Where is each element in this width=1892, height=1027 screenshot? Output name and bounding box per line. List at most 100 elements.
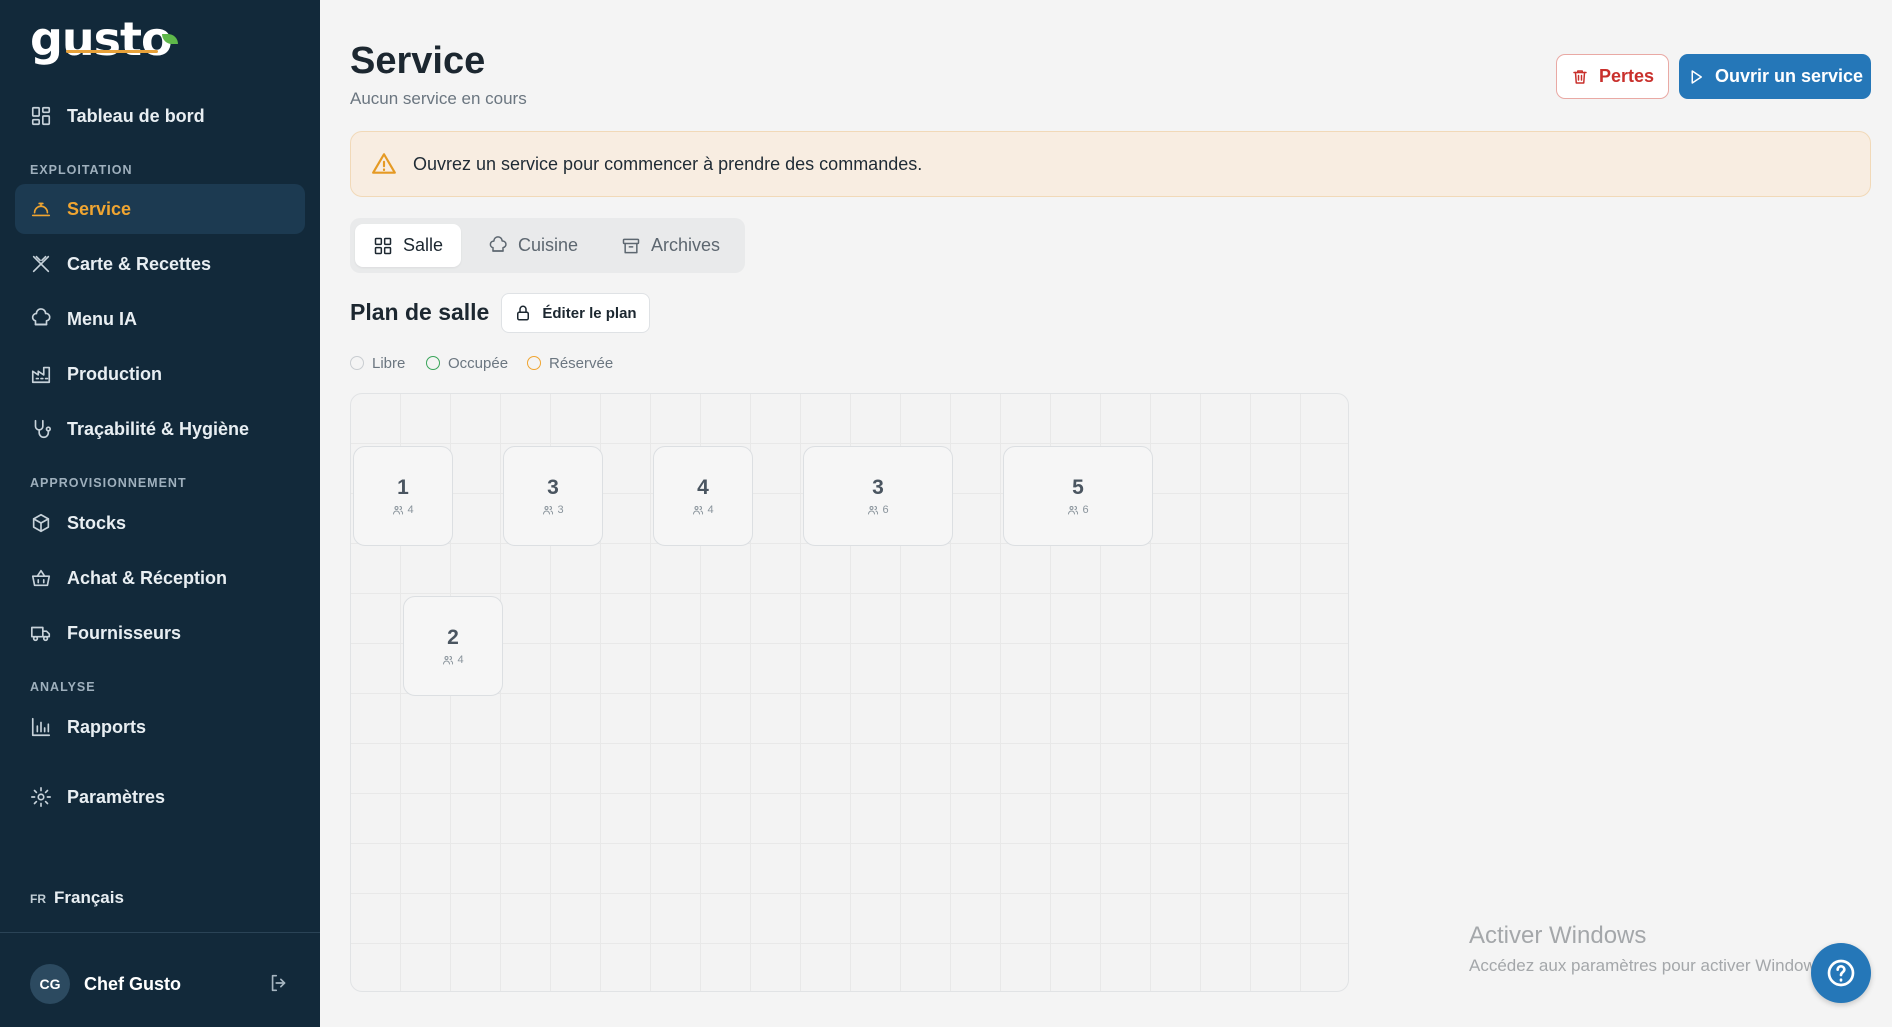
sidebar-item-parametres[interactable]: Paramètres xyxy=(15,772,305,822)
chef-hat-icon xyxy=(489,235,507,252)
table-card[interactable]: 1 4 xyxy=(353,446,453,546)
table-seats: 6 xyxy=(882,504,889,516)
legend-dot-reservee xyxy=(527,356,541,370)
sidebar-item-label: Menu IA xyxy=(67,308,137,329)
sidebar: gusto Tableau de bord EXPLOITATION Servi… xyxy=(0,0,320,1027)
open-service-button[interactable]: Ouvrir un service xyxy=(1679,54,1871,99)
windows-activation-watermark: Activer Windows Accédez aux paramètres p… xyxy=(1469,922,1829,976)
sidebar-item-stocks[interactable]: Stocks xyxy=(15,498,305,548)
table-seats: 4 xyxy=(407,504,414,516)
avatar: CG xyxy=(30,964,70,1004)
question-mark-icon xyxy=(1827,959,1855,987)
users-icon xyxy=(1068,506,1079,515)
sidebar-item-rapports[interactable]: Rapports xyxy=(15,702,305,752)
stethoscope-icon xyxy=(29,417,53,441)
gusto-logo[interactable]: gusto xyxy=(30,12,173,66)
play-icon xyxy=(1691,69,1702,84)
sidebar-item-label: Service xyxy=(67,198,132,219)
warning-triangle-icon xyxy=(372,153,396,174)
archive-icon xyxy=(622,238,640,253)
table-number: 5 xyxy=(1072,476,1084,499)
sidebar-item-service[interactable]: Service xyxy=(15,184,305,234)
table-card[interactable]: 3 6 xyxy=(803,446,953,546)
sidebar-divider xyxy=(0,932,320,933)
tab-cuisine[interactable]: Cuisine xyxy=(470,224,596,267)
sidebar-item-tracabilite[interactable]: Traçabilité & Hygiène xyxy=(15,404,305,454)
no-service-alert: Ouvrez un service pour commencer à prend… xyxy=(350,131,1871,197)
table-seats: 4 xyxy=(457,654,464,666)
table-capacity: 4 xyxy=(692,504,714,516)
cloche-icon xyxy=(29,197,53,221)
legend-occupee: Occupée xyxy=(426,354,508,372)
sidebar-item-fournisseurs[interactable]: Fournisseurs xyxy=(15,608,305,658)
sidebar-item-achat-reception[interactable]: Achat & Réception xyxy=(15,553,305,603)
lock-icon xyxy=(517,305,530,321)
page-subtitle: Aucun service en cours xyxy=(350,89,527,108)
language-name: Français xyxy=(54,888,124,907)
table-capacity: 4 xyxy=(392,504,414,516)
legend-label: Libre xyxy=(372,354,406,372)
users-icon xyxy=(393,506,404,515)
table-number: 2 xyxy=(447,626,459,649)
plan-title: Plan de salle xyxy=(350,299,490,325)
legend-dot-libre xyxy=(350,356,364,370)
sidebar-item-menu-ia[interactable]: Menu IA xyxy=(15,294,305,344)
table-number: 4 xyxy=(697,476,709,499)
tab-label: Salle xyxy=(403,235,444,255)
user-profile[interactable]: CG Chef Gusto xyxy=(30,964,181,1004)
legend-label: Occupée xyxy=(448,354,509,372)
legend-libre: Libre xyxy=(350,354,405,372)
tab-archives[interactable]: Archives xyxy=(603,224,738,267)
legend-label: Réservée xyxy=(549,354,614,372)
edit-plan-label: Éditer le plan xyxy=(542,304,637,322)
open-service-label: Ouvrir un service xyxy=(1714,66,1864,86)
table-seats: 6 xyxy=(1082,504,1089,516)
pertes-button[interactable]: Pertes xyxy=(1556,54,1669,99)
watermark-title: Activer Windows xyxy=(1469,922,1647,949)
tab-label: Archives xyxy=(651,235,721,255)
table-card[interactable]: 4 4 xyxy=(653,446,753,546)
gear-icon xyxy=(29,785,53,809)
bar-chart-icon xyxy=(29,715,53,739)
table-number: 3 xyxy=(547,476,559,499)
tab-label: Cuisine xyxy=(518,235,579,255)
users-icon xyxy=(693,506,704,515)
tab-salle[interactable]: Salle xyxy=(355,224,462,267)
table-card[interactable]: 3 3 xyxy=(503,446,603,546)
table-card[interactable]: 2 4 xyxy=(403,596,503,696)
language-code: FR xyxy=(30,892,46,906)
basket-icon xyxy=(29,566,53,590)
logo-underline xyxy=(66,50,158,53)
table-seats: 3 xyxy=(557,504,564,516)
watermark-subtitle: Accédez aux paramètres pour activer Wind… xyxy=(1469,956,1829,975)
sidebar-item-label: Stocks xyxy=(67,512,127,533)
chef-hat-icon xyxy=(29,307,53,331)
utensils-icon xyxy=(29,252,53,276)
edit-plan-button[interactable]: Éditer le plan xyxy=(501,293,650,333)
sidebar-item-label: Rapports xyxy=(67,716,147,737)
view-tabs: Salle Cuisine Archives xyxy=(350,218,745,273)
language-selector[interactable]: FR Français xyxy=(30,888,124,908)
sidebar-item-label: Carte & Recettes xyxy=(67,253,212,274)
alert-text: Ouvrez un service pour commencer à prend… xyxy=(413,153,923,174)
legend-dot-occupee xyxy=(426,356,440,370)
table-capacity: 3 xyxy=(542,504,564,516)
table-card[interactable]: 5 6 xyxy=(1003,446,1153,546)
sidebar-item-dashboard[interactable]: Tableau de bord xyxy=(15,91,305,141)
page-title: Service xyxy=(350,40,486,82)
truck-icon xyxy=(29,621,53,645)
table-capacity: 6 xyxy=(1067,504,1089,516)
floor-plan: 1 4 3 3 4 4 3 6 5 6 2 4 xyxy=(350,393,1349,992)
sidebar-item-carte-recettes[interactable]: Carte & Recettes xyxy=(15,239,305,289)
logout-icon[interactable] xyxy=(268,972,292,996)
section-title-exploitation: EXPLOITATION xyxy=(30,163,133,177)
trash-icon xyxy=(1573,69,1587,84)
section-title-approvisionnement: APPROVISIONNEMENT xyxy=(30,476,187,490)
factory-icon xyxy=(29,362,53,386)
section-title-analyse: ANALYSE xyxy=(30,680,96,694)
sidebar-item-production[interactable]: Production xyxy=(15,349,305,399)
help-button[interactable] xyxy=(1811,943,1871,1003)
sidebar-item-label: Production xyxy=(67,363,162,384)
table-seats: 4 xyxy=(707,504,714,516)
sidebar-item-label: Paramètres xyxy=(67,786,166,807)
